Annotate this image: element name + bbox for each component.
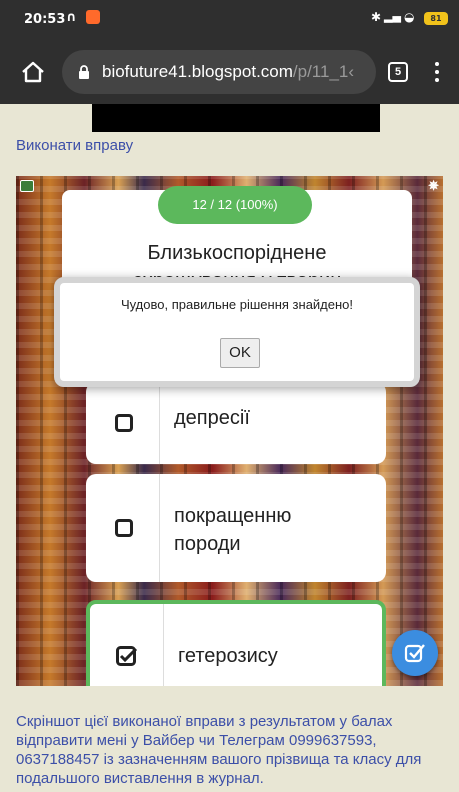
progress-badge: 12 / 12 (100%): [158, 186, 312, 224]
check-icon: [404, 644, 425, 663]
bluetooth-icon: ✱: [371, 10, 382, 24]
wifi-icon: ◒: [404, 10, 415, 24]
checkbox[interactable]: [115, 519, 133, 537]
battery-icon: 81: [424, 12, 448, 25]
dialog-message: Чудово, правильне рішення знайдено!: [120, 297, 354, 312]
checkbox[interactable]: [115, 414, 133, 432]
answer-label: депресії: [174, 407, 250, 429]
status-bar: 20:53 ∩ ✱ ▂▄ ◒ 81: [0, 0, 459, 40]
answer-option[interactable]: депресії: [86, 382, 386, 464]
success-dialog: Чудово, правильне рішення знайдено! OK: [54, 277, 420, 387]
browser-toolbar: biofuture41.blogspot.com/p/11_1‹ 5: [0, 40, 459, 104]
signal-icon: ▂▄: [384, 10, 401, 23]
instruction-text: Скріншот цієї виконаної вправи з результ…: [16, 713, 422, 787]
headset-icon: ∩: [66, 10, 77, 25]
answer-option-correct[interactable]: гетерозису: [86, 600, 386, 686]
tab-switcher-button[interactable]: 5: [388, 62, 408, 82]
browser-menu-icon[interactable]: [434, 62, 440, 84]
checkbox-zone: [90, 604, 164, 686]
answer-label-line2: породи: [174, 533, 241, 555]
question-text-line1: Близькоспоріднене: [147, 242, 327, 264]
app-logo-icon[interactable]: [20, 180, 34, 192]
fullscreen-icon[interactable]: ✵: [428, 178, 439, 194]
header-banner: [92, 104, 380, 132]
check-answer-button[interactable]: [392, 630, 438, 676]
ok-button[interactable]: OK: [220, 338, 260, 368]
address-bar[interactable]: biofuture41.blogspot.com/p/11_1‹: [62, 50, 376, 94]
answer-label-line1: покращенню: [174, 505, 292, 527]
status-time: 20:53: [24, 12, 66, 27]
exercise-widget: ✵ 12 / 12 (100%) Близькоспоріднене схрещ…: [16, 176, 443, 686]
answer-option[interactable]: покращенню породи: [86, 474, 386, 582]
checked-checkbox-icon[interactable]: [116, 646, 138, 668]
exercise-link[interactable]: Виконати вправу: [16, 137, 133, 154]
checkbox-zone: [86, 474, 160, 582]
url-domain: biofuture41.blogspot.com: [102, 62, 293, 81]
home-icon[interactable]: [20, 60, 46, 84]
answer-label: гетерозису: [178, 645, 278, 667]
url-path: /p/11_1‹: [292, 62, 355, 81]
lock-icon: [79, 65, 89, 79]
checkbox-zone: [86, 382, 160, 464]
app-notification-icon: [86, 10, 100, 24]
